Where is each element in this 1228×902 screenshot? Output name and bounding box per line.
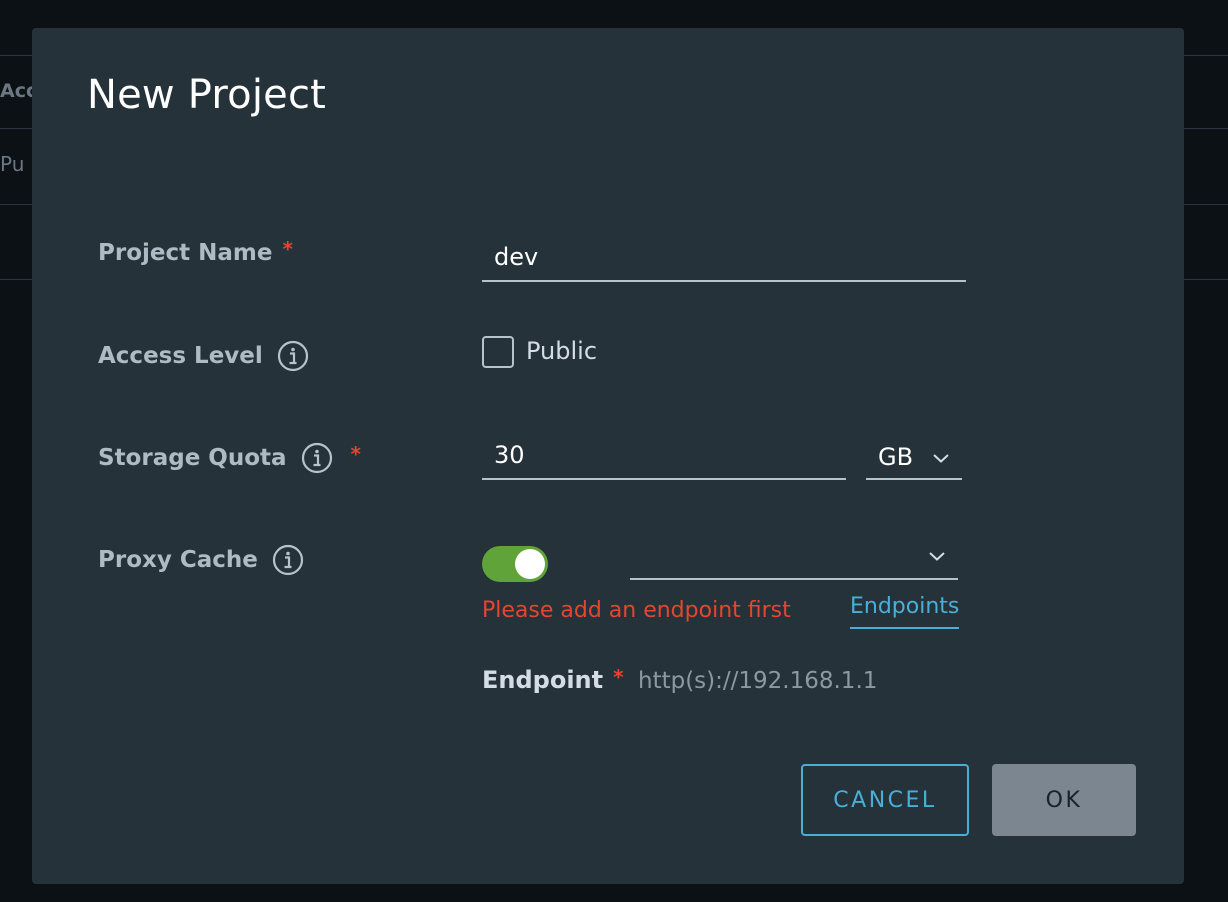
public-checkbox-label[interactable]: Public (526, 337, 597, 365)
dialog-title: New Project (87, 72, 327, 118)
storage-unit-value: GB (878, 443, 914, 471)
endpoint-error-message: Please add an endpoint first (482, 598, 791, 623)
access-level-label: Access Level (98, 340, 309, 372)
project-name-input[interactable] (482, 234, 966, 282)
proxy-cache-label: Proxy Cache (98, 544, 304, 576)
required-marker: * (350, 442, 362, 466)
cancel-button[interactable]: CANCEL (801, 764, 969, 836)
chevron-down-icon (933, 454, 949, 463)
info-circle-icon[interactable] (277, 340, 309, 372)
storage-unit-select[interactable]: GB (866, 436, 962, 480)
endpoint-label-text: Endpoint (482, 666, 604, 694)
info-circle-icon[interactable] (272, 544, 304, 576)
endpoint-select[interactable] (630, 536, 958, 580)
storage-quota-input[interactable] (482, 432, 846, 480)
storage-quota-label-text: Storage Quota (98, 445, 287, 471)
bg-row-cell: Pu (0, 152, 25, 176)
storage-quota-label: Storage Quota * (98, 442, 361, 474)
endpoint-label: Endpoint * (482, 665, 624, 694)
toggle-knob (515, 549, 545, 579)
required-marker: * (613, 665, 624, 689)
proxy-cache-label-text: Proxy Cache (98, 547, 258, 573)
required-marker: * (282, 237, 293, 261)
info-circle-icon[interactable] (301, 442, 333, 474)
chevron-down-icon (929, 552, 945, 561)
endpoints-link[interactable]: Endpoints (850, 594, 960, 629)
proxy-cache-toggle[interactable] (482, 546, 548, 582)
access-level-label-text: Access Level (98, 343, 263, 369)
public-checkbox[interactable] (482, 336, 514, 368)
endpoint-url-value: http(s)://192.168.1.1 (638, 668, 878, 694)
project-name-label: Project Name * (98, 237, 293, 266)
ok-button[interactable]: OK (992, 764, 1136, 836)
new-project-dialog: New Project Project Name * Access Level … (32, 28, 1184, 884)
project-name-label-text: Project Name (98, 240, 273, 266)
